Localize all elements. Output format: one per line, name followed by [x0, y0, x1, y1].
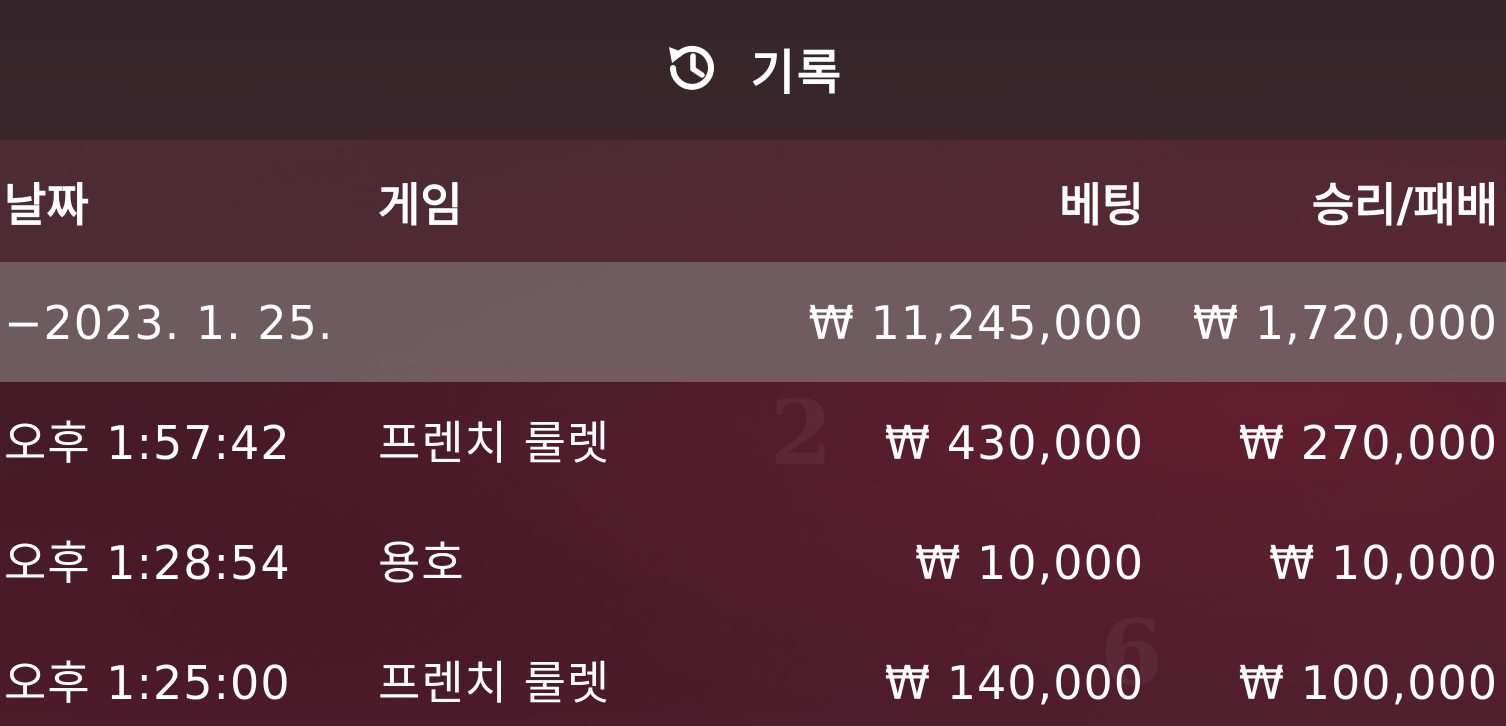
column-header-win-loss: 승리/패배: [1311, 178, 1498, 232]
page-title: 기록: [750, 45, 844, 101]
column-header-date: 날짜: [4, 178, 89, 232]
table-row[interactable]: 오후 1:28:54 용호 ₩ 10,000 ₩ 10,000: [0, 502, 1506, 622]
row-time: 오후 1:28:54: [4, 536, 291, 590]
column-header-game: 게임: [378, 178, 463, 232]
date-group-summary-row[interactable]: −2023. 1. 25. ₩ 11,245,000 ₩ 1,720,000: [0, 262, 1506, 382]
row-win-loss: ₩ 10,000: [1268, 536, 1498, 590]
row-bet: ₩ 140,000: [884, 656, 1144, 710]
history-header: 기록: [0, 0, 1506, 140]
row-time: 오후 1:25:00: [4, 656, 291, 710]
row-game: 프렌치 룰렛: [378, 656, 611, 710]
row-win-loss: ₩ 100,000: [1238, 656, 1498, 710]
row-bet: ₩ 430,000: [884, 416, 1144, 470]
table-header: 날짜 게임 베팅 승리/패배: [0, 140, 1506, 262]
summary-bet: ₩ 11,245,000: [808, 296, 1144, 350]
summary-date: −2023. 1. 25.: [4, 296, 334, 350]
table-row[interactable]: 오후 1:25:00 프렌치 룰렛 ₩ 140,000 ₩ 100,000: [0, 622, 1506, 726]
row-win-loss: ₩ 270,000: [1238, 416, 1498, 470]
column-header-bet: 베팅: [1059, 178, 1144, 232]
row-time: 오후 1:57:42: [4, 416, 291, 470]
row-bet: ₩ 10,000: [914, 536, 1144, 590]
row-game: 용호: [378, 536, 465, 590]
history-icon: [663, 39, 721, 97]
table-row[interactable]: 오후 1:57:42 프렌치 룰렛 ₩ 430,000 ₩ 270,000: [0, 382, 1506, 502]
summary-win-loss: ₩ 1,720,000: [1192, 296, 1498, 350]
row-game: 프렌치 룰렛: [378, 416, 611, 470]
